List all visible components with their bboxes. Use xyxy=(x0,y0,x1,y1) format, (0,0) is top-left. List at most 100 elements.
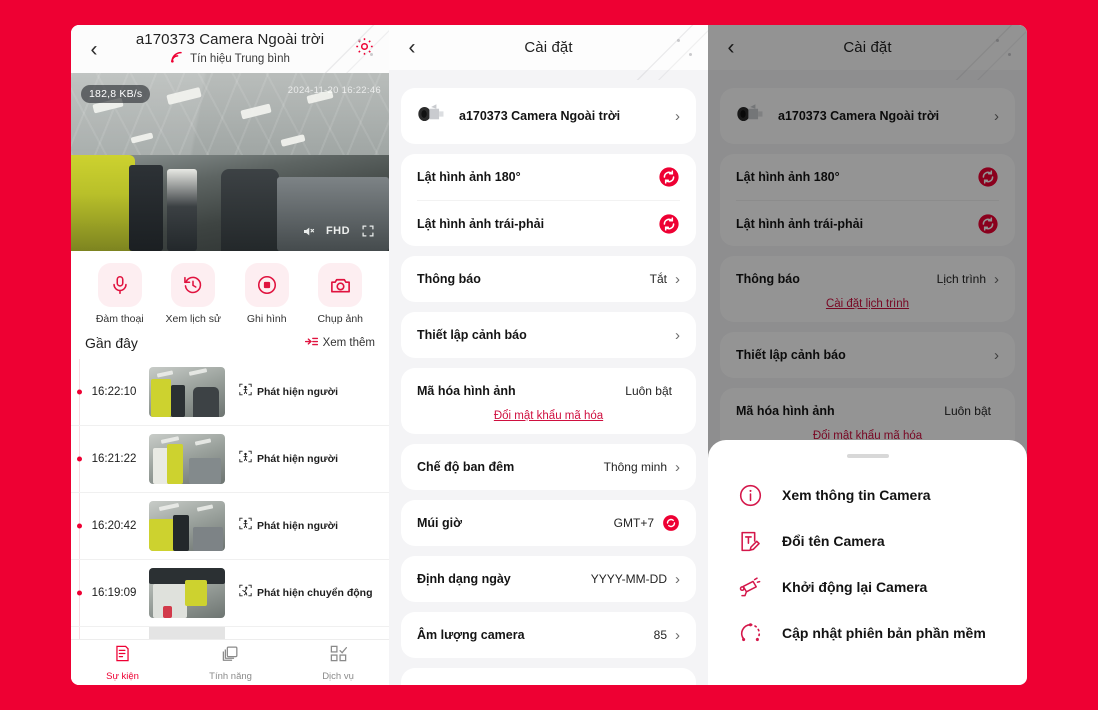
chevron-right-icon: › xyxy=(675,458,680,476)
flip-rotate-icon[interactable] xyxy=(658,213,680,235)
date-format-row[interactable]: Định dạng ngày YYYY-MM-DD › xyxy=(417,556,680,602)
signal-label: Tín hiệu Trung bình xyxy=(190,52,290,65)
change-encryption-password-link[interactable]: Đổi mật khẩu mã hóa xyxy=(417,410,680,434)
history-clock-icon xyxy=(171,263,216,307)
view-more-button[interactable]: Xem thêm xyxy=(304,336,375,350)
action-snapshot[interactable]: Chụp ảnh xyxy=(308,263,372,325)
sheet-item-label: Khởi động lại Camera xyxy=(782,579,928,595)
wifi-signal-icon xyxy=(170,50,184,68)
back-button[interactable]: ‹ xyxy=(401,37,423,59)
date-format-card[interactable]: Định dạng ngày YYYY-MM-DD › xyxy=(401,556,696,602)
tab-features[interactable]: Tính năng xyxy=(209,644,252,682)
alert-setup-card[interactable]: Thiết lập cảnh báo › xyxy=(401,312,696,358)
mic-sensitivity-label: Độ nhạy Microphone xyxy=(417,684,654,685)
gear-icon[interactable] xyxy=(354,36,375,62)
sheet-item-restart-camera[interactable]: Khởi động lại Camera xyxy=(708,564,1027,610)
action-record[interactable]: Ghi hình xyxy=(235,263,299,325)
camera-action-sheet: Xem thông tin Camera Đổi tên Camera Khởi… xyxy=(708,440,1027,685)
tab-label: Sự kiện xyxy=(106,670,139,682)
chevron-right-icon: › xyxy=(675,270,680,288)
sync-icon[interactable] xyxy=(662,514,680,532)
device-name: a170373 Camera Ngoài trời xyxy=(459,109,621,123)
timeline-dot xyxy=(77,523,82,529)
encryption-row[interactable]: Mã hóa hình ảnh Luôn bật xyxy=(417,368,680,414)
flip-rotate-icon[interactable] xyxy=(658,166,680,188)
camera-volume-card[interactable]: Âm lượng camera 85 › xyxy=(401,612,696,658)
list-item[interactable]: 16:21:22 Phát hiện người xyxy=(71,425,389,492)
sheet-item-camera-info[interactable]: Xem thông tin Camera xyxy=(708,472,1027,518)
timezone-label: Múi giờ xyxy=(417,516,462,530)
camera-shutter-icon xyxy=(318,263,363,307)
notification-row[interactable]: Thông báo Tắt › xyxy=(417,256,680,302)
event-tag: Phát hiện chuyển động xyxy=(239,584,373,602)
live-header: ‹ a170373 Camera Ngoài trời Tín hiệu Tru… xyxy=(71,25,389,80)
notification-value: Tắt xyxy=(649,272,667,286)
event-time: 16:21:22 xyxy=(91,453,137,465)
page-title: a170373 Camera Ngoài trời xyxy=(135,30,325,48)
night-mode-row[interactable]: Chế độ ban đêm Thông minh › xyxy=(417,444,680,490)
sheet-item-label: Cập nhật phiên bản phần mềm xyxy=(782,625,986,641)
event-time: 16:20:42 xyxy=(91,520,137,532)
action-label: Đàm thoại xyxy=(95,313,144,325)
event-label: Phát hiện người xyxy=(257,520,338,532)
camera-volume-label: Âm lượng camera xyxy=(417,628,525,642)
fullscreen-icon[interactable] xyxy=(353,219,383,243)
event-thumbnail[interactable] xyxy=(149,501,225,551)
flip-card: Lật hình ảnh 180° Lật hình ảnh trái-phải xyxy=(401,154,696,246)
chevron-right-icon: › xyxy=(675,107,680,125)
speaker-mute-icon[interactable] xyxy=(293,219,323,243)
encryption-value: Luôn bật xyxy=(625,384,672,398)
device-card[interactable]: a170373 Camera Ngoài trời › xyxy=(401,88,696,144)
events-doc-icon xyxy=(113,644,132,668)
video-chair xyxy=(221,169,279,251)
layers-icon xyxy=(221,644,240,668)
event-time: 16:19:09 xyxy=(91,587,137,599)
timezone-card[interactable]: Múi giờ GMT+7 xyxy=(401,500,696,546)
rename-pencil-icon xyxy=(736,527,764,555)
settings-panel: ‹ Cài đặt a170373 Camera Ngoài trời › Lậ… xyxy=(389,25,708,685)
alert-setup-label: Thiết lập cảnh báo xyxy=(417,328,527,342)
list-item[interactable]: 16:20:42 Phát hiện người xyxy=(71,492,389,559)
alert-setup-row[interactable]: Thiết lập cảnh báo › xyxy=(417,312,680,358)
tab-events[interactable]: Sự kiện xyxy=(106,644,139,682)
action-history[interactable]: Xem lịch sử xyxy=(161,263,225,325)
list-item[interactable]: 16:19:09 Phát hiện chuyển động xyxy=(71,559,389,626)
live-video-player[interactable]: 182,8 KB/s 2024-11-20 16:22:46 FHD xyxy=(71,73,389,251)
settings-scroll[interactable]: a170373 Camera Ngoài trời › Lật hình ảnh… xyxy=(389,70,708,685)
video-person-2 xyxy=(167,169,197,251)
mic-sensitivity-card[interactable]: Độ nhạy Microphone 85 › xyxy=(401,668,696,685)
signal-status: Tín hiệu Trung bình xyxy=(170,50,290,68)
firmware-update-icon xyxy=(736,619,764,647)
flip-mirror-row[interactable]: Lật hình ảnh trái-phải xyxy=(417,200,680,246)
event-thumbnail[interactable] xyxy=(149,568,225,618)
flip-180-label: Lật hình ảnh 180° xyxy=(417,170,521,184)
sheet-item-rename-camera[interactable]: Đổi tên Camera xyxy=(708,518,1027,564)
flip-180-row[interactable]: Lật hình ảnh 180° xyxy=(417,154,680,200)
night-mode-label: Chế độ ban đêm xyxy=(417,460,515,474)
quick-actions: Đàm thoại Xem lịch sử Ghi hình Chụp ảnh xyxy=(71,251,389,331)
event-thumbnail[interactable] xyxy=(149,434,225,484)
motion-detect-icon xyxy=(239,584,252,602)
sheet-grabber[interactable] xyxy=(846,454,889,458)
tab-label: Dịch vụ xyxy=(322,670,354,682)
event-time: 16:22:10 xyxy=(91,386,137,398)
microphone-icon xyxy=(97,263,142,307)
device-row[interactable]: a170373 Camera Ngoài trời › xyxy=(417,88,680,144)
night-mode-card[interactable]: Chế độ ban đêm Thông minh › xyxy=(401,444,696,490)
recent-header: Gần đây Xem thêm xyxy=(71,331,389,359)
event-tag: Phát hiện người xyxy=(239,450,338,468)
event-thumbnail[interactable] xyxy=(149,367,225,417)
video-quality-badge[interactable]: FHD xyxy=(323,219,353,243)
mic-sensitivity-row[interactable]: Độ nhạy Microphone 85 › xyxy=(417,668,680,686)
back-button[interactable]: ‹ xyxy=(83,38,105,60)
camera-volume-row[interactable]: Âm lượng camera 85 › xyxy=(417,612,680,658)
sheet-item-firmware-update[interactable]: Cập nhật phiên bản phần mềm xyxy=(708,610,1027,656)
timezone-row[interactable]: Múi giờ GMT+7 xyxy=(417,500,680,546)
person-detect-icon xyxy=(239,383,252,401)
list-item[interactable]: 16:22:10 Phát hiện người xyxy=(71,359,389,425)
event-tag: Phát hiện người xyxy=(239,383,338,401)
action-talk[interactable]: Đàm thoại xyxy=(88,263,152,325)
chevron-right-icon: › xyxy=(675,570,680,588)
tab-services[interactable]: Dịch vụ xyxy=(322,644,354,682)
notification-card[interactable]: Thông báo Tắt › xyxy=(401,256,696,302)
